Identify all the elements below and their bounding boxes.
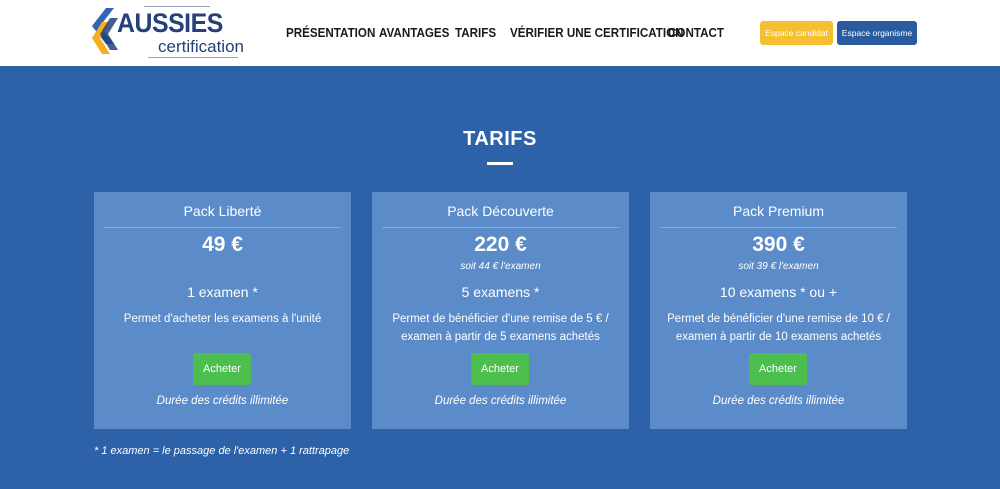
card-divider xyxy=(104,227,341,228)
logo-title: AUSSIES xyxy=(117,8,223,38)
buy-button[interactable]: Acheter xyxy=(193,353,251,385)
nav-verifier-certification[interactable]: VÉRIFIER UNE CERTIFICATION xyxy=(510,24,684,42)
nav-tarifs[interactable]: TARIFS xyxy=(455,24,496,42)
organisation-space-button[interactable]: Espace organisme xyxy=(837,21,917,45)
pricing-footnote: * 1 examen = le passage de l'examen + 1 … xyxy=(94,445,350,457)
site-header: AUSSIES certification PRÉSENTATION AVANT… xyxy=(0,0,1000,66)
card-price: 49 € xyxy=(202,233,243,256)
site-logo[interactable]: AUSSIES certification xyxy=(92,6,244,60)
card-divider xyxy=(382,227,619,228)
nav-contact[interactable]: CONTACT xyxy=(668,24,724,42)
title-underline xyxy=(487,162,513,165)
card-divider xyxy=(660,227,897,228)
logo-rule-bottom xyxy=(148,57,238,58)
section-title: TARIFS xyxy=(463,128,537,150)
card-note: Durée des crédits illimitée xyxy=(712,395,845,407)
card-name: Pack Liberté xyxy=(183,203,262,219)
card-per-exam: soit 39 € l'examen xyxy=(738,261,819,272)
pricing-card-premium: Pack Premium 390 € soit 39 € l'examen 10… xyxy=(650,192,907,429)
card-price: 220 € xyxy=(474,233,527,256)
buy-button[interactable]: Acheter xyxy=(471,353,529,385)
card-exams: 5 examens * xyxy=(461,284,540,300)
nav-presentation[interactable]: PRÉSENTATION xyxy=(286,24,375,42)
card-exams: 1 examen * xyxy=(187,284,258,300)
pricing-card-decouverte: Pack Découverte 220 € soit 44 € l'examen… xyxy=(372,192,629,429)
card-name: Pack Premium xyxy=(732,203,825,219)
buy-button[interactable]: Acheter xyxy=(749,353,807,385)
logo-subtitle: certification xyxy=(158,37,244,56)
card-note: Durée des crédits illimitée xyxy=(156,395,289,407)
logo-rule-top xyxy=(144,6,210,7)
card-exams: 10 examens * ou + xyxy=(719,284,838,300)
card-per-exam: soit 44 € l'examen xyxy=(460,261,541,272)
nav-avantages[interactable]: AVANTAGES xyxy=(379,24,449,42)
pricing-card-liberte: Pack Liberté 49 € 1 examen * Permet d'ac… xyxy=(94,192,351,429)
card-description: Permet d'acheter les examens à l'unité xyxy=(123,313,322,325)
card-name: Pack Découverte xyxy=(447,203,554,219)
card-description: Permet de bénéficier d'une remise de 10 … xyxy=(667,313,890,343)
candidate-space-button[interactable]: Espace candidat xyxy=(760,21,833,45)
card-price: 390 € xyxy=(752,233,805,256)
card-note: Durée des crédits illimitée xyxy=(434,395,567,407)
card-description: Permet de bénéficier d'une remise de 5 €… xyxy=(392,313,609,343)
